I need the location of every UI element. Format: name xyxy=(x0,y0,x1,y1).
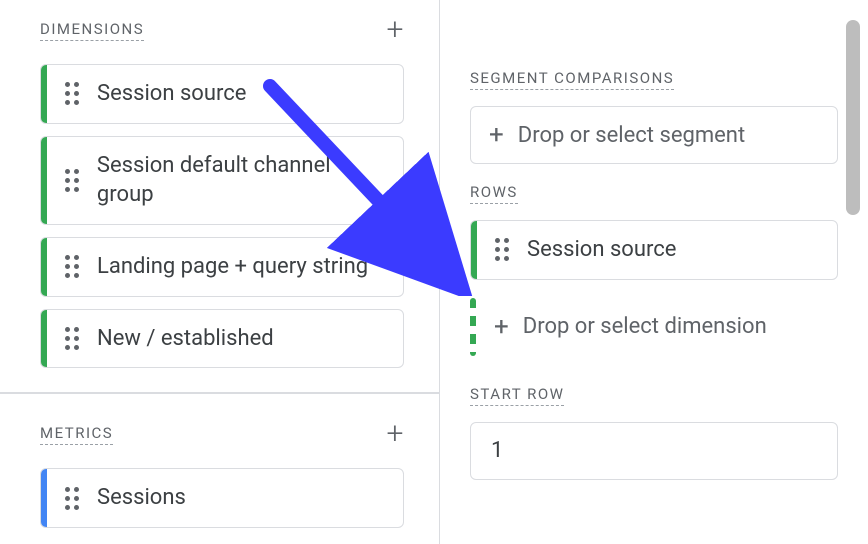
dimension-chip-session-source[interactable]: Session source xyxy=(40,64,404,124)
drag-handle-icon xyxy=(65,487,79,510)
chip-label: Sessions xyxy=(97,469,200,527)
dimension-chip-session-default-channel-group[interactable]: Session default channel group xyxy=(40,136,404,225)
dimension-chip-new-established[interactable]: New / established xyxy=(40,309,404,369)
section-divider xyxy=(0,392,439,394)
accent-bar xyxy=(471,221,477,279)
scrollbar-thumb[interactable] xyxy=(846,20,860,215)
chip-label: Landing page + query string xyxy=(97,238,382,296)
segment-drop-zone[interactable]: + Drop or select segment xyxy=(470,106,838,164)
start-row-input[interactable]: 1 xyxy=(470,422,838,480)
drag-handle-icon xyxy=(495,238,509,261)
accent-bar xyxy=(41,65,47,123)
chip-label: New / established xyxy=(97,310,288,368)
rows-drop-zone[interactable]: + Drop or select dimension xyxy=(470,298,838,356)
drag-handle-icon xyxy=(65,327,79,350)
dimensions-header: DIMENSIONS + xyxy=(0,8,439,52)
left-panel: DIMENSIONS + Session source Session defa… xyxy=(0,0,440,544)
plus-icon: + xyxy=(489,120,504,150)
metrics-label: METRICS xyxy=(40,424,113,445)
drag-handle-icon xyxy=(65,255,79,278)
plus-icon: + xyxy=(494,312,509,342)
drag-handle-icon xyxy=(65,169,79,192)
rows-chip-session-source[interactable]: Session source xyxy=(470,220,838,280)
metrics-header: METRICS + xyxy=(0,412,439,456)
right-panel: SEGMENT COMPARISONS + Drop or select seg… xyxy=(440,0,868,544)
drop-zone-text: Drop or select segment xyxy=(518,123,745,148)
segment-comparisons-section: SEGMENT COMPARISONS + Drop or select seg… xyxy=(440,68,868,164)
dimensions-label: DIMENSIONS xyxy=(40,20,144,41)
drag-handle-icon xyxy=(65,82,79,105)
start-row-label: START ROW xyxy=(470,385,564,406)
chip-label: Session source xyxy=(527,221,690,279)
add-metric-button[interactable]: + xyxy=(381,420,409,448)
chip-label: Session source xyxy=(97,65,260,123)
start-row-section: START ROW 1 xyxy=(440,384,868,480)
chip-label: Session default channel group xyxy=(97,137,403,224)
accent-bar xyxy=(41,137,47,224)
accent-bar xyxy=(41,238,47,296)
segment-comparisons-label: SEGMENT COMPARISONS xyxy=(470,69,674,90)
accent-bar xyxy=(41,469,47,527)
drop-zone-text: Drop or select dimension xyxy=(523,314,767,339)
dimension-chip-landing-page-query-string[interactable]: Landing page + query string xyxy=(40,237,404,297)
rows-section: ROWS Session source + Drop or select dim… xyxy=(440,182,868,356)
rows-label: ROWS xyxy=(470,183,518,204)
accent-bar xyxy=(41,310,47,368)
start-row-value: 1 xyxy=(491,438,503,463)
metric-chip-sessions[interactable]: Sessions xyxy=(40,468,404,528)
spacer xyxy=(440,8,868,68)
add-dimension-button[interactable]: + xyxy=(381,16,409,44)
dashed-accent xyxy=(470,298,476,356)
